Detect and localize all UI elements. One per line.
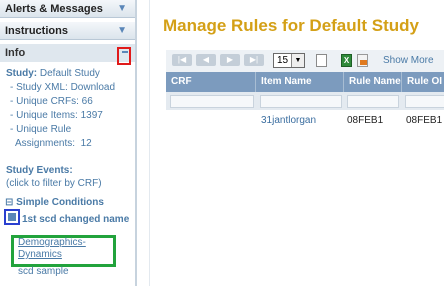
first-page-button[interactable]: |◀ xyxy=(172,54,192,66)
event-name[interactable]: 1st scd changed name xyxy=(22,214,129,225)
study-label: Study: xyxy=(6,68,38,79)
sidebar: Alerts & Messages ▼ Instructions ▼ Info … xyxy=(0,0,135,286)
crf-link-line2[interactable]: Dynamics xyxy=(18,249,62,260)
expand-icon: ⊟ xyxy=(5,197,14,208)
simple-conditions-label: Simple Conditions xyxy=(16,197,104,208)
filter-rule-name[interactable] xyxy=(347,95,399,108)
sidebar-divider xyxy=(135,0,137,286)
table-row: 31jantlorgan 08FEB1 08FEB1 xyxy=(166,112,444,130)
study-events-hint: (click to filter by CRF) xyxy=(6,178,102,189)
chevron-down-icon: ▼ xyxy=(291,54,304,67)
pdf-mark xyxy=(360,60,367,65)
simple-conditions-header[interactable]: ⊟ Simple Conditions xyxy=(5,197,104,208)
last-page-button[interactable]: ▶| xyxy=(244,54,264,66)
info-unique-items: - Unique Items: 1397 xyxy=(10,110,103,121)
collapse-event-button[interactable] xyxy=(4,209,20,225)
chevron-down-icon[interactable]: ▼ xyxy=(117,22,127,40)
tab-alerts-messages[interactable]: Alerts & Messages ▼ xyxy=(0,0,135,18)
cell-item-name[interactable]: 31jantlorgan xyxy=(261,115,316,126)
study-name: Default Study xyxy=(39,68,100,79)
filter-row xyxy=(166,92,444,110)
column-header-item-name[interactable]: Item Name xyxy=(256,72,344,92)
rules-table: |◀ ◀ ▶ ▶| 15 ▼ X Show More CRF Item Name… xyxy=(166,50,444,136)
minus-square-icon xyxy=(8,213,16,221)
minus-icon xyxy=(122,51,128,53)
info-label: Info xyxy=(5,47,26,59)
tab-alerts-label: Alerts & Messages xyxy=(5,3,103,15)
info-unique-crfs: - Unique CRFs: 66 xyxy=(10,96,93,107)
excel-export-icon[interactable]: X xyxy=(341,54,352,67)
filter-rule-oid[interactable] xyxy=(405,95,444,108)
tab-instructions[interactable]: Instructions ▼ xyxy=(0,22,135,40)
table-toolbar: |◀ ◀ ▶ ▶| 15 ▼ X Show More xyxy=(166,50,444,73)
page-size-select[interactable]: 15 ▼ xyxy=(273,53,305,68)
table-header-row: CRF Item Name Rule Name Rule OI xyxy=(166,72,444,92)
page-size-value: 15 xyxy=(277,55,289,66)
collapse-info-button[interactable] xyxy=(117,47,131,65)
filter-item-name[interactable] xyxy=(260,95,342,108)
column-header-rule-oid[interactable]: Rule OI xyxy=(402,72,444,92)
cell-rule-name: 08FEB1 xyxy=(347,115,384,126)
info-study-xml[interactable]: - Study XML: Download xyxy=(10,82,115,93)
info-rule-assignments: Assignments: 12 xyxy=(10,138,92,149)
tab-instructions-label: Instructions xyxy=(5,25,68,37)
pdf-export-icon[interactable] xyxy=(357,54,368,67)
document-icon[interactable] xyxy=(316,54,327,67)
content-divider xyxy=(149,0,150,286)
cell-rule-oid: 08FEB1 xyxy=(406,115,443,126)
chevron-down-icon[interactable]: ▼ xyxy=(117,0,127,18)
next-page-button[interactable]: ▶ xyxy=(220,54,240,66)
prev-page-button[interactable]: ◀ xyxy=(196,54,216,66)
info-unique-rule: - Unique Rule xyxy=(10,124,72,135)
study-events-label: Study Events: xyxy=(6,165,73,176)
crf-link-line1[interactable]: Demographics- xyxy=(18,237,86,248)
show-more-link[interactable]: Show More xyxy=(383,55,434,66)
info-header: Info xyxy=(0,44,135,62)
column-header-crf[interactable]: CRF xyxy=(166,72,256,92)
event2-name[interactable]: scd sample xyxy=(18,266,69,277)
study-line: Study: Default Study xyxy=(6,68,100,79)
page-title: Manage Rules for Default Study xyxy=(163,16,419,35)
filter-crf[interactable] xyxy=(170,95,254,108)
column-header-rule-name[interactable]: Rule Name xyxy=(344,72,402,92)
